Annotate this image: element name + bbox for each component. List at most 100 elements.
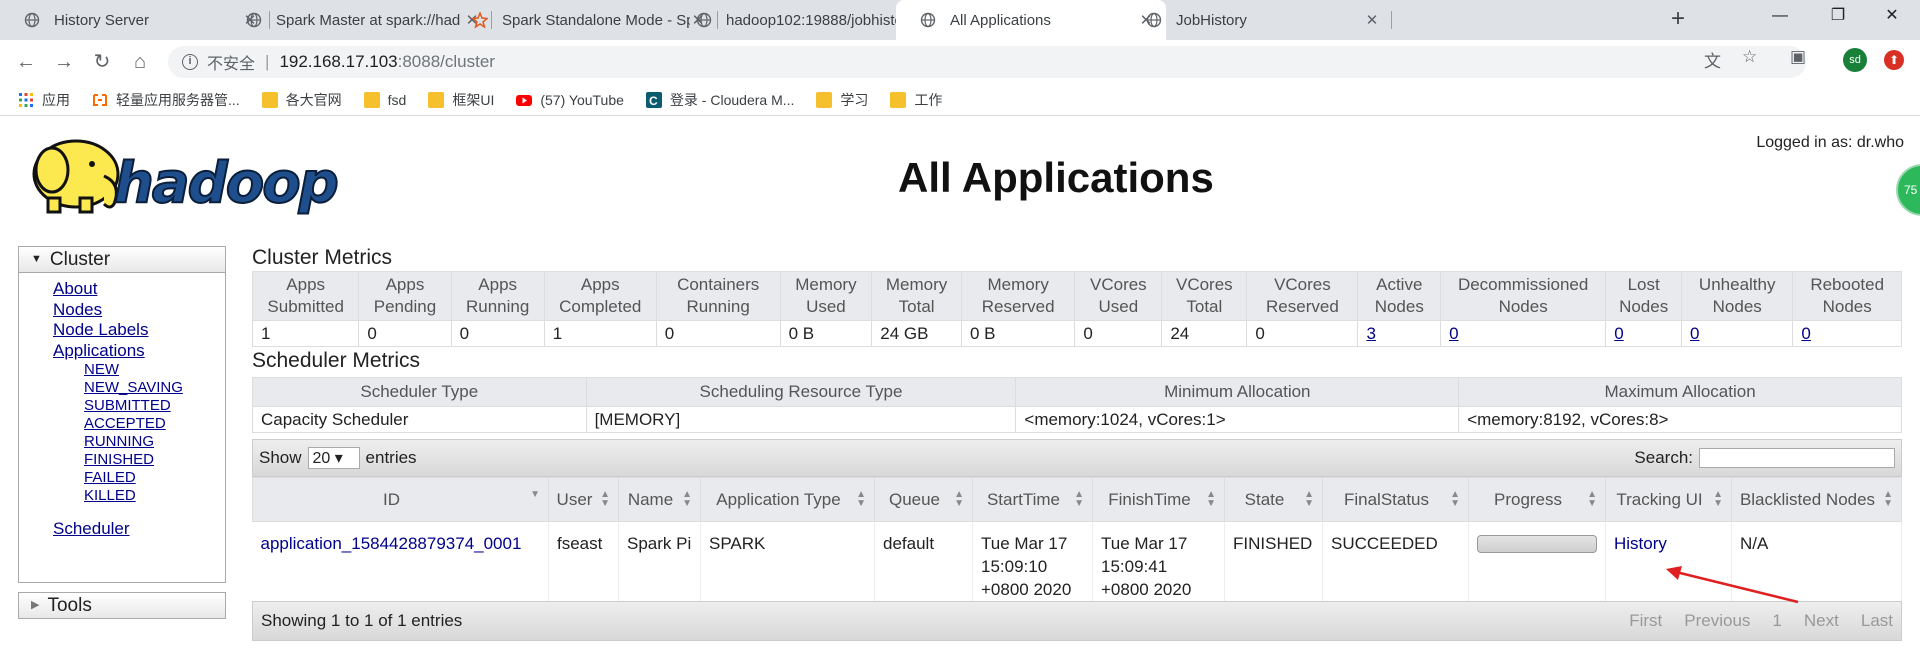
- column-header-label: Application Type: [716, 489, 841, 509]
- sidebar-link-node-labels[interactable]: Node Labels: [53, 320, 225, 341]
- bookmark-folder[interactable]: 框架UI: [428, 90, 494, 110]
- column-header-sortable[interactable]: Application Type ▲ ▼: [700, 477, 875, 522]
- sidebar-state-finished[interactable]: FINISHED: [84, 451, 225, 469]
- extension-icon[interactable]: ▣: [1790, 47, 1806, 67]
- column-header-sortable[interactable]: StartTime ▲ ▼: [972, 477, 1093, 522]
- bookmark-apps[interactable]: 应用: [18, 90, 70, 110]
- folder-icon: [363, 91, 380, 108]
- new-tab-button[interactable]: +: [1664, 6, 1692, 34]
- column-header: Apps Submitted: [251, 271, 360, 321]
- sort-icon: ▲ ▼: [1450, 489, 1460, 509]
- pager-page[interactable]: 1: [1772, 611, 1781, 631]
- sidebar-state-submitted[interactable]: SUBMITTED: [84, 397, 225, 415]
- sidebar-state-new-saving[interactable]: NEW_SAVING: [84, 379, 225, 397]
- sidebar-state-new[interactable]: NEW: [84, 361, 225, 379]
- translate-icon[interactable]: 文: [1704, 47, 1721, 72]
- bookmark-cloudera[interactable]: C 登录 - Cloudera M...: [645, 90, 795, 110]
- bookmark-folder[interactable]: 工作: [890, 90, 942, 110]
- application-id-link[interactable]: application_1584428879374_0001: [261, 534, 522, 553]
- column-header-sortable[interactable]: Tracking UI ▲ ▼: [1605, 477, 1732, 522]
- cell-final-status: SUCCEEDED: [1322, 521, 1469, 601]
- youtube-icon: [516, 94, 533, 106]
- column-header-sortable[interactable]: Name ▲ ▼: [618, 477, 701, 522]
- browser-tab-strip: History Server ✕ Spark Master at spark:/…: [0, 0, 1920, 40]
- globe-icon: [246, 12, 262, 28]
- sidebar-state-failed[interactable]: FAILED: [84, 469, 225, 487]
- cell-queue: default: [874, 521, 973, 601]
- bookmark-label: 轻量应用服务器管...: [116, 91, 240, 108]
- column-header: Memory Total: [871, 271, 962, 321]
- site-info-icon[interactable]: i: [182, 54, 198, 70]
- column-header-sortable[interactable]: ID ▼: [252, 477, 549, 522]
- address-bar[interactable]: i 不安全 | 192.168.17.103:8088/cluster: [168, 46, 1806, 78]
- sort-icon: ▲ ▼: [1206, 489, 1216, 509]
- column-header: Scheduling Resource Type: [585, 377, 1017, 407]
- page-size-select[interactable]: 20 ▾: [307, 447, 360, 469]
- tab-title: History Server: [54, 11, 150, 29]
- extension-red-icon[interactable]: ⬆: [1884, 50, 1904, 70]
- svg-text:C: C: [649, 94, 658, 108]
- column-header-sortable[interactable]: FinalStatus ▲ ▼: [1322, 477, 1469, 522]
- sort-icon: ▲ ▼: [1883, 489, 1893, 509]
- sidebar: ▼ Cluster About Nodes Node Labels Applica…: [18, 246, 226, 619]
- metric-cell: 1: [251, 320, 360, 347]
- column-header-label: Blacklisted Nodes: [1739, 489, 1876, 509]
- metric-link[interactable]: 3: [1366, 324, 1375, 343]
- bookmark-folder[interactable]: 各大官网: [261, 90, 342, 110]
- metric-link[interactable]: 0: [1690, 324, 1699, 343]
- search-input[interactable]: [1699, 448, 1895, 468]
- sidebar-link-scheduler[interactable]: Scheduler: [53, 519, 225, 540]
- sidebar-link-nodes[interactable]: Nodes: [53, 300, 225, 321]
- bookmark-folder[interactable]: fsd: [363, 91, 406, 108]
- column-header: VCores Reserved: [1246, 271, 1359, 321]
- bookmark-cloud[interactable]: 轻量应用服务器管...: [92, 90, 240, 110]
- table-row: Capacity Scheduler [MEMORY] <memory:1024, …: [252, 406, 1902, 433]
- sidebar-link-about[interactable]: About: [53, 279, 225, 300]
- metric-link[interactable]: 0: [1801, 324, 1810, 343]
- column-header-sortable[interactable]: Queue ▲ ▼: [874, 477, 973, 522]
- forward-arrow-icon[interactable]: →: [50, 48, 78, 76]
- close-window-button[interactable]: ✕: [1864, 0, 1920, 34]
- sidebar-state-running[interactable]: RUNNING: [84, 433, 225, 451]
- sort-icon: ▼: [530, 489, 540, 500]
- minimize-button[interactable]: —: [1752, 0, 1808, 34]
- url-host: 192.168.17.103: [279, 52, 398, 71]
- cluster-section-header[interactable]: ▼ Cluster: [18, 246, 226, 273]
- maximize-button[interactable]: ❐: [1810, 0, 1866, 34]
- bookmark-youtube[interactable]: (57) YouTube: [516, 92, 624, 108]
- column-header: Scheduler Type: [252, 377, 587, 407]
- column-header-sortable[interactable]: FinishTime ▲ ▼: [1092, 477, 1225, 522]
- browser-tab[interactable]: JobHistory ✕: [1122, 0, 1392, 40]
- globe-icon: [696, 12, 712, 28]
- sidebar-state-killed[interactable]: KILLED: [84, 487, 225, 505]
- column-header-sortable[interactable]: User ▲ ▼: [548, 477, 619, 522]
- reload-icon[interactable]: ↻: [88, 48, 116, 76]
- bookmark-star-icon[interactable]: ☆: [1742, 47, 1757, 67]
- folder-icon: [890, 91, 907, 108]
- home-icon[interactable]: ⌂: [126, 48, 154, 76]
- floating-widget[interactable]: 75: [1896, 164, 1920, 216]
- bookmark-folder[interactable]: 学习: [816, 90, 868, 110]
- tab-close-icon[interactable]: ✕: [1364, 11, 1380, 29]
- metric-link[interactable]: 0: [1449, 324, 1458, 343]
- column-header-sortable[interactable]: Blacklisted Nodes ▲ ▼: [1731, 477, 1902, 522]
- column-header-sortable[interactable]: State ▲ ▼: [1224, 477, 1323, 522]
- pager-first[interactable]: First: [1629, 611, 1662, 631]
- pager-next[interactable]: Next: [1804, 611, 1839, 631]
- tools-section-header[interactable]: ▶ Tools: [18, 592, 226, 619]
- pager-last[interactable]: Last: [1861, 611, 1893, 631]
- table-row[interactable]: application_1584428879374_0001 fseast Sp…: [252, 521, 1902, 601]
- tracking-ui-history-link[interactable]: History: [1614, 534, 1667, 553]
- back-arrow-icon[interactable]: ←: [12, 48, 40, 76]
- sidebar-link-applications[interactable]: Applications: [53, 341, 225, 362]
- metric-cell: Capacity Scheduler: [252, 406, 587, 433]
- metric-link[interactable]: 0: [1614, 324, 1623, 343]
- tab-title: hadoop102:19888/jobhistory: [726, 11, 914, 29]
- bookmark-label: 登录 - Cloudera M...: [669, 91, 795, 108]
- sidebar-state-accepted[interactable]: ACCEPTED: [84, 415, 225, 433]
- pager-previous[interactable]: Previous: [1684, 611, 1750, 631]
- column-header-sortable[interactable]: Progress ▲ ▼: [1468, 477, 1606, 522]
- page-title: All Applications: [898, 154, 1214, 201]
- column-header: Rebooted Nodes: [1792, 271, 1902, 321]
- profile-avatar[interactable]: sd: [1843, 48, 1867, 72]
